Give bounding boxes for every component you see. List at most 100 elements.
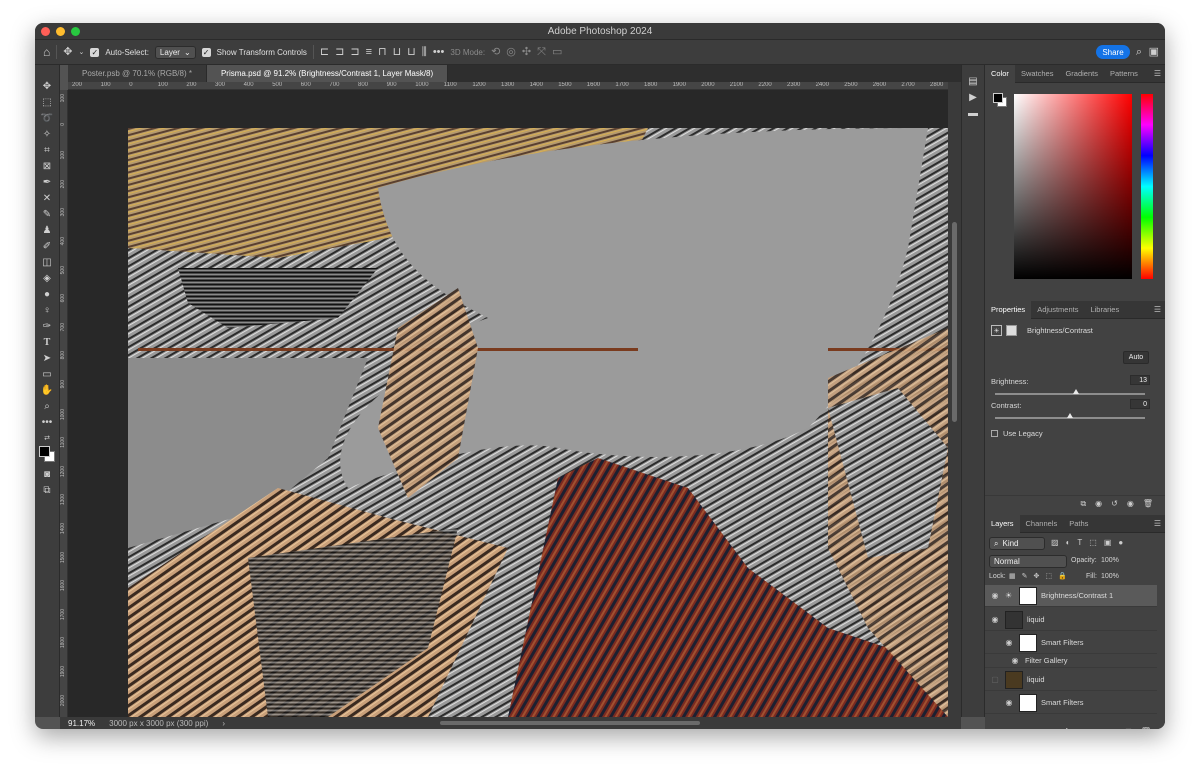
layer-row-liquid[interactable]: ◉ liquid [985,609,1157,631]
adjustment-filter-icon[interactable]: ◐ [1066,538,1071,547]
tab-paths[interactable]: Paths [1063,515,1094,533]
brightness-slider-track[interactable] [995,393,1145,395]
canvas-area[interactable] [68,90,948,717]
layer-row-smart-filters[interactable]: ◉ Smart Filters [985,632,1157,654]
view-previous-icon[interactable]: ◉ [1095,499,1102,508]
rectangle-tool-icon[interactable]: ▭ [35,366,59,382]
paint-bucket-icon[interactable]: ◈ [35,270,59,286]
align-left-icon[interactable]: ⊏ [320,46,329,58]
3d-orbit-icon[interactable]: ⟲ [491,46,500,58]
3d-roll-icon[interactable]: ◎ [506,46,516,58]
crop-tool-icon[interactable]: ⌗ [35,142,59,158]
fill-value[interactable]: 100% [1101,573,1119,580]
lock-artboard-icon[interactable]: ⬚ [1045,572,1052,580]
path-selection-icon[interactable]: ➤ [35,350,59,366]
brightness-input[interactable]: 13 [1130,375,1150,385]
history-brush-icon[interactable]: ✐ [35,238,59,254]
panel-menu-icon[interactable]: ☰ [1154,305,1161,314]
align-right-icon[interactable]: ⊐ [350,46,359,58]
chevron-down-icon[interactable]: ⌄ [78,49,84,56]
document-artwork[interactable] [128,128,948,717]
visibility-eye-icon[interactable]: ◉ [999,698,1019,707]
workspace-icon[interactable]: ▣ [1149,47,1159,58]
distribute-vertical-icon[interactable]: ⫼ [422,46,427,58]
tab-color[interactable]: Color [985,64,1015,83]
move-tool-icon[interactable]: ✥ [35,78,59,94]
new-group-icon[interactable]: ▬ [1108,727,1116,730]
layer-mask-thumbnail[interactable] [1019,586,1037,605]
tab-prisma[interactable]: Prisma.psd @ 91.2% (Brightness/Contrast … [206,65,449,82]
magic-wand-icon[interactable]: ✧ [35,126,59,142]
dodge-tool-icon[interactable]: ♀ [35,302,59,318]
delete-icon[interactable]: 🗑 [1143,499,1153,508]
actions-play-icon[interactable]: ▶ [962,89,984,105]
show-transform-checkbox[interactable]: ✓ [201,47,211,57]
visibility-eye-icon[interactable]: ▢ [985,675,1005,684]
tab-patterns[interactable]: Patterns [1104,65,1144,83]
layer-row-brightness-contrast[interactable]: ◉ ☀ Brightness/Contrast 1 [985,585,1157,607]
align-center-icon[interactable]: ⊐ [335,46,344,58]
type-tool-icon[interactable]: T [35,334,59,350]
filter-toggle-icon[interactable]: ● [1118,538,1123,547]
home-icon[interactable]: ⌂ [43,46,50,58]
blend-mode-dropdown[interactable]: Normal [989,555,1067,568]
visibility-eye-icon[interactable]: ◉ [999,638,1019,647]
link-layers-icon[interactable]: ⚭ [1050,727,1057,730]
visibility-icon[interactable]: ◉ [1127,499,1134,508]
tab-channels[interactable]: Channels [1020,515,1064,533]
eyedropper-icon[interactable]: ✒ [35,174,59,190]
brightness-slider-thumb[interactable] [1073,389,1079,394]
align-middle-icon[interactable]: ⊔ [393,46,402,58]
marquee-tool-icon[interactable]: ⬚ [35,94,59,110]
3d-camera-icon[interactable]: ▭ [552,46,562,58]
shape-filter-icon[interactable]: ⬚ [1089,538,1097,547]
move-tool-icon[interactable]: ✥ [63,46,72,58]
pixel-filter-icon[interactable]: ▨ [1051,538,1059,547]
layer-filter-dropdown[interactable]: ⌕ Kind [989,537,1045,550]
tab-libraries[interactable]: Libraries [1084,301,1125,319]
fx-icon[interactable]: fx [1065,727,1071,730]
reset-icon[interactable]: ↺ [1111,499,1118,508]
auto-select-target-dropdown[interactable]: Layer ⌄ [154,45,196,59]
auto-button[interactable]: Auto [1123,351,1149,364]
smart-object-filter-icon[interactable]: ▣ [1104,538,1112,547]
more-tools-icon[interactable]: ••• [35,414,59,430]
pen-tool-icon[interactable]: ✑ [35,318,59,334]
swap-colors-icon[interactable]: ⇄ [35,430,59,446]
tab-adjustments[interactable]: Adjustments [1031,301,1084,319]
hand-tool-icon[interactable]: ✋ [35,382,59,398]
layer-row-smart-filters-2[interactable]: ◉ Smart Filters [985,692,1157,714]
contrast-slider-thumb[interactable] [1067,413,1073,418]
screen-mode-icon[interactable]: ⧉ [35,482,59,498]
3d-slide-icon[interactable]: ⤧ [537,46,546,58]
chevron-right-icon[interactable]: › [222,719,225,728]
layer-mask-icon[interactable] [1006,325,1017,336]
clone-stamp-icon[interactable]: ♟ [35,222,59,238]
visibility-eye-icon[interactable]: ◉ [985,615,1005,624]
distribute-icon[interactable]: ≡ [366,46,372,58]
zoom-tool-icon[interactable]: ⌕ [35,398,59,414]
blur-tool-icon[interactable]: ● [35,286,59,302]
new-layer-icon[interactable]: ⊞ [1125,727,1132,730]
new-adjustment-icon[interactable]: ◐ [1094,727,1099,730]
horizontal-scrollbar[interactable] [440,721,700,725]
zoom-level[interactable]: 91.17% [68,719,95,728]
history-icon[interactable]: ▤ [962,73,984,89]
color-swatches[interactable] [35,446,59,466]
lock-position-icon[interactable]: ✥ [1034,572,1040,580]
scrollbar-thumb[interactable] [952,222,957,422]
eraser-tool-icon[interactable]: ◫ [35,254,59,270]
search-icon[interactable]: ⌕ [1136,47,1142,58]
hue-slider[interactable] [1141,94,1153,279]
visibility-eye-icon[interactable]: ◉ [1005,656,1025,665]
layer-row-filter-gallery[interactable]: ◉ Filter Gallery [985,654,1157,668]
contrast-input[interactable]: 0 [1130,399,1150,409]
panel-menu-icon[interactable]: ☰ [1154,519,1161,528]
lock-image-icon[interactable]: ✎ [1022,572,1028,580]
add-mask-icon[interactable]: ◙ [1080,727,1085,730]
quick-mask-icon[interactable]: ◙ [35,466,59,482]
use-legacy-checkbox[interactable] [991,430,998,437]
more-options-icon[interactable]: ••• [433,46,445,58]
align-bottom-icon[interactable]: ⊔ [407,46,416,58]
lasso-tool-icon[interactable]: ➰ [35,110,59,126]
